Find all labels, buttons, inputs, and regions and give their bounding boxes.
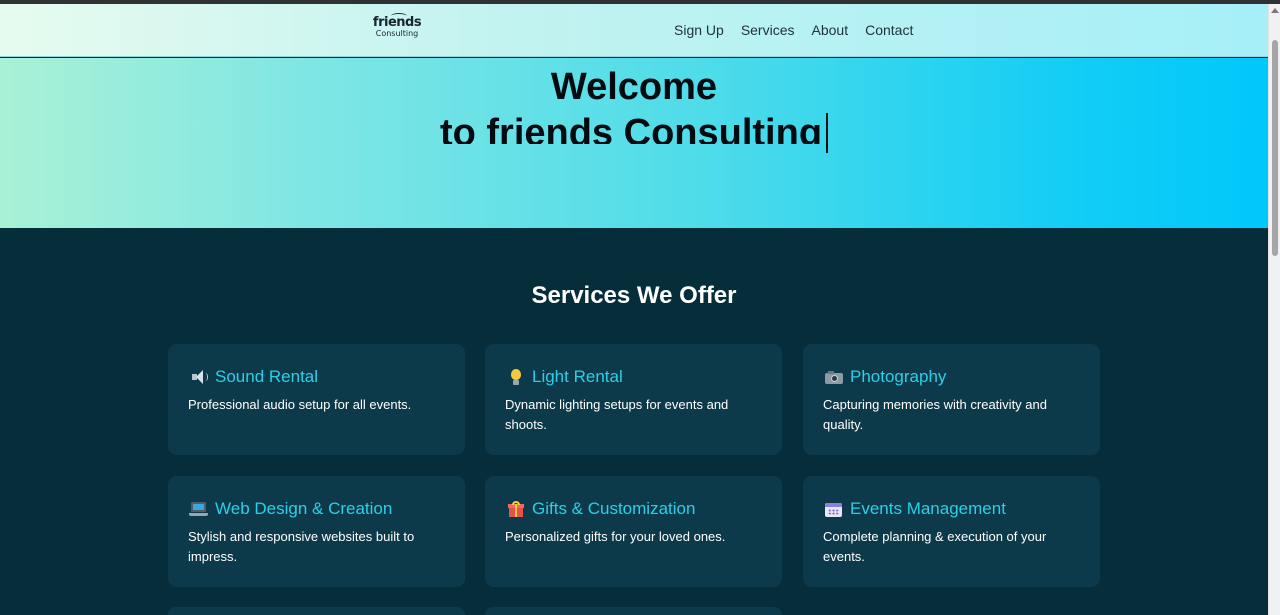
service-card-desc: Stylish and responsive websites built to… xyxy=(188,529,415,564)
scroll-up-arrow-icon[interactable] xyxy=(1271,8,1279,13)
main-nav: Sign Up Services About Contact xyxy=(674,22,913,38)
site-header: friends Consulting Sign Up Services Abou… xyxy=(0,4,1268,57)
typing-cursor xyxy=(826,113,829,153)
service-card-desc: Complete planning & execution of your ev… xyxy=(823,529,1047,564)
service-card-title: Sound Rental xyxy=(215,367,319,386)
service-card-sound-rental[interactable]: Sound Rental Professional audio setup fo… xyxy=(168,344,465,455)
service-card-events[interactable]: Events Management Complete planning & ex… xyxy=(803,476,1100,587)
calendar-icon xyxy=(824,500,843,519)
service-card-photography[interactable]: Photography Capturing memories with crea… xyxy=(803,344,1100,455)
services-title: Services We Offer xyxy=(531,282,737,309)
service-card-web-design[interactable]: Web Design & Creation Stylish and respon… xyxy=(168,476,465,587)
service-card-title: Events Management xyxy=(850,499,1006,518)
logo-mark-icon xyxy=(391,13,407,19)
page-scrollbar[interactable] xyxy=(1268,4,1280,615)
camera-icon xyxy=(824,368,843,387)
logo-sub-text: Consulting xyxy=(375,29,419,38)
service-card-light-rental[interactable]: Light Rental Dynamic lighting setups for… xyxy=(485,344,782,455)
laptop-icon xyxy=(189,500,208,519)
nav-sign-up[interactable]: Sign Up xyxy=(674,22,724,38)
nav-about[interactable]: About xyxy=(812,22,849,38)
nav-services[interactable]: Services xyxy=(741,22,795,38)
gift-icon xyxy=(506,500,525,519)
service-card-title: Gifts & Customization xyxy=(532,499,696,518)
service-card-gifts[interactable]: Gifts & Customization Personalized gifts… xyxy=(485,476,782,587)
service-card-desc: Professional audio setup for all events. xyxy=(188,397,412,412)
brand-logo[interactable]: friends Consulting xyxy=(372,13,422,46)
hero-banner: Welcome to friends Consulting xyxy=(0,58,1268,228)
scrollbar-thumb[interactable] xyxy=(1272,40,1278,256)
hero-title-line2: to friends Consulting xyxy=(439,112,823,144)
speaker-icon xyxy=(189,368,208,387)
service-card-partial[interactable] xyxy=(168,607,465,615)
service-card-partial[interactable] xyxy=(485,607,782,615)
hero-title-line1: Welcome xyxy=(550,66,718,108)
service-card-title: Web Design & Creation xyxy=(215,499,393,518)
service-card-title: Light Rental xyxy=(532,367,623,386)
nav-contact[interactable]: Contact xyxy=(865,22,913,38)
service-card-desc: Capturing memories with creativity and q… xyxy=(823,397,1047,432)
service-card-title: Photography xyxy=(850,367,947,386)
hero-title: Welcome to friends Consulting xyxy=(0,64,1268,156)
light-bulb-icon xyxy=(506,368,525,387)
service-card-desc: Personalized gifts for your loved ones. xyxy=(505,529,726,544)
service-card-desc: Dynamic lighting setups for events and s… xyxy=(505,397,729,432)
